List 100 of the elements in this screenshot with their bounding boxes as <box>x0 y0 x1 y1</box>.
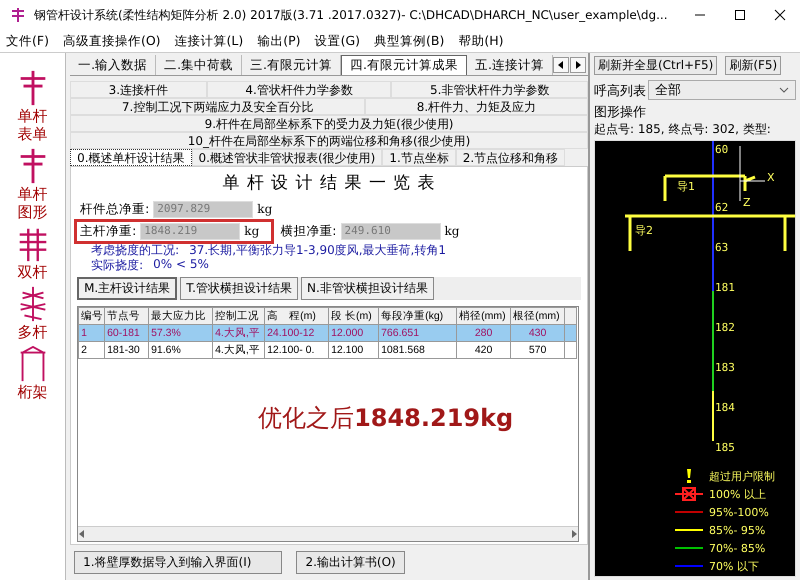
wire-label: 导2 <box>635 223 653 238</box>
tab[interactable]: 2.节点位移和角移 <box>456 149 566 166</box>
tab[interactable]: 4.管状杆件力学参数 <box>206 81 392 98</box>
tab[interactable]: N.非管状横担设计结果 <box>300 277 434 300</box>
right-arrow-icon <box>570 530 578 538</box>
tool-button[interactable]: 单杆图形 <box>2 147 63 221</box>
tool-button[interactable]: 多杆 <box>2 285 63 341</box>
field-label: 呼高列表 <box>594 83 646 100</box>
node-label: 181 <box>715 281 735 294</box>
table-cell: 1081.568 <box>378 342 457 358</box>
table-cell: 420 <box>456 342 511 358</box>
table-cell: 766.651 <box>378 324 457 342</box>
unit-label: kg <box>257 202 274 216</box>
unit-label: kg <box>444 224 460 238</box>
scroll-left-button[interactable] <box>553 57 569 73</box>
right-arrow-icon <box>575 61 581 69</box>
window-title: 钢管杆设计系统(柔性结构矩阵分析 2.0) 2017版(3.71 .2017.0327)- C:\DHCAD\DHARCH_NC\user_example\dg... <box>34 6 669 24</box>
drawing-canvas[interactable]: 60 62 63 181 182 183 184 185 X Z 导1 导2 超过用户限制 100% 以上 95%-100% 85%- 95% 70%- 85% 70% 以下 <box>594 140 796 577</box>
unit-label: kg <box>244 224 260 238</box>
annotation-text: 优化之后1848.219kg <box>258 403 514 434</box>
table-cell: 57.3% <box>148 324 213 342</box>
tab[interactable]: 5.非管状杆件力学参数 <box>391 81 588 98</box>
column-header: 梢径(mm) <box>456 308 511 324</box>
column-header: 最大应力比 <box>148 308 213 324</box>
tool-button[interactable]: 单杆表单 <box>2 69 63 143</box>
node-label: 63 <box>715 241 728 254</box>
legend-label: 超过用户限制 <box>709 468 775 484</box>
refresh-button[interactable]: 刷新(F5) <box>725 56 782 75</box>
table-cell: 91.6% <box>148 342 213 358</box>
refresh-button[interactable]: 刷新并全显(Ctrl+F5) <box>594 56 718 75</box>
action-button[interactable]: 2.输出计算书(O) <box>296 551 405 574</box>
table-cell: 4.大风,平 <box>212 324 265 342</box>
tab[interactable]: 9.杆件在局部坐标系下的受力及力矩(很少使用) <box>70 115 588 132</box>
maximize-icon[interactable] <box>734 9 746 21</box>
field-label: 主杆净重: <box>80 222 136 240</box>
node-label: 62 <box>715 201 728 214</box>
dropdown-value: 全部 <box>655 82 681 98</box>
menu-item[interactable]: 输出(P) <box>257 32 301 50</box>
left-arrow-icon <box>558 61 564 69</box>
chevron-down-icon <box>779 86 789 92</box>
column-header: 节点号 <box>104 308 149 324</box>
table-cell: 2 <box>78 342 105 358</box>
column-header: 编号 <box>78 308 105 324</box>
tab[interactable]: 0.概述单杆设计结果 <box>70 149 192 166</box>
tab[interactable]: 0.概述管状非管状报表(很少使用) <box>192 149 382 166</box>
action-button[interactable]: 1.将壁厚数据导入到输入界面(I) <box>74 551 282 574</box>
table-cell: 430 <box>510 324 565 342</box>
axis-label: Z <box>743 196 751 209</box>
legend-label: 70%- 85% <box>709 542 766 554</box>
left-arrow-icon <box>78 530 86 538</box>
legend-label: 70% 以下 <box>709 558 759 574</box>
node-label: 183 <box>715 361 735 374</box>
table-cell: 12.000 <box>328 324 379 342</box>
tool-button[interactable]: 桁架 <box>2 345 63 401</box>
horizontal-scrollbar[interactable] <box>78 526 578 541</box>
note-value: 37.长期,平衡张力导1-3,90度风,最大垂荷,转角1 <box>189 242 446 257</box>
app-icon <box>10 7 26 23</box>
tab[interactable]: T.管状横担设计结果 <box>180 277 298 300</box>
menu-item[interactable]: 典型算例(B) <box>374 32 444 50</box>
tab[interactable]: 四.有限元计算成果 <box>341 55 468 75</box>
tab[interactable]: 8.杆件力、力矩及应力 <box>365 98 588 115</box>
axis-label: X <box>767 171 775 184</box>
table-cell: 60-181 <box>104 324 149 342</box>
column-header: 段 长(m) <box>328 308 379 324</box>
height-dropdown[interactable]: 全部 <box>648 80 796 100</box>
tab[interactable]: 1.节点坐标 <box>382 149 456 166</box>
wire-label: 导1 <box>677 179 695 194</box>
menu-item[interactable]: 设置(G) <box>314 32 360 50</box>
menu-item[interactable]: 文件(F) <box>6 32 49 50</box>
table-cell: 1 <box>78 324 105 342</box>
tab[interactable]: 10_杆件在局部坐标系下的两端位移和角移(很少使用) <box>70 132 588 149</box>
column-header: 每段净重(kg) <box>378 308 457 324</box>
field-label: 横担净重: <box>280 222 337 240</box>
menu-item[interactable]: 连接计算(L) <box>174 32 244 50</box>
legend-label: 85%- 95% <box>709 524 766 536</box>
column-header: 控制工况 <box>212 308 265 324</box>
tab[interactable]: M.主杆设计结果 <box>77 277 178 300</box>
scroll-right-button[interactable] <box>570 57 586 73</box>
node-label: 185 <box>715 441 735 454</box>
tab[interactable]: 7.控制工况下两端应力及安全百分比 <box>70 98 366 115</box>
legend-label: 100% 以上 <box>709 486 766 502</box>
close-icon[interactable] <box>774 9 786 21</box>
menu-item[interactable]: 帮助(H) <box>458 32 504 50</box>
node-label: 182 <box>715 321 735 334</box>
note-value: 0% < 5% <box>153 257 209 272</box>
table-cell: 4.大风,平 <box>212 342 265 358</box>
info-text: 起点号: 185, 终点号: 302, 类型: <box>594 121 772 138</box>
field-label: 杆件总净重: <box>80 200 150 218</box>
node-label: 60 <box>715 143 728 156</box>
table-cell: 12.100 <box>328 342 379 358</box>
section-label: 图形操作 <box>594 104 647 121</box>
tab[interactable]: 3.连接杆件 <box>70 81 207 98</box>
table-cell: 24.100-12 <box>264 324 329 342</box>
tool-button[interactable]: 双杆 <box>2 225 63 281</box>
note-label: 实际挠度: <box>91 257 144 272</box>
menu-item[interactable]: 高级直接操作(O) <box>62 32 161 50</box>
node-label: 184 <box>715 401 735 414</box>
column-header: 高 程(m) <box>264 308 329 324</box>
table-cell: 181-30 <box>104 342 149 358</box>
table-cell: 12.100- 0. <box>264 342 329 358</box>
